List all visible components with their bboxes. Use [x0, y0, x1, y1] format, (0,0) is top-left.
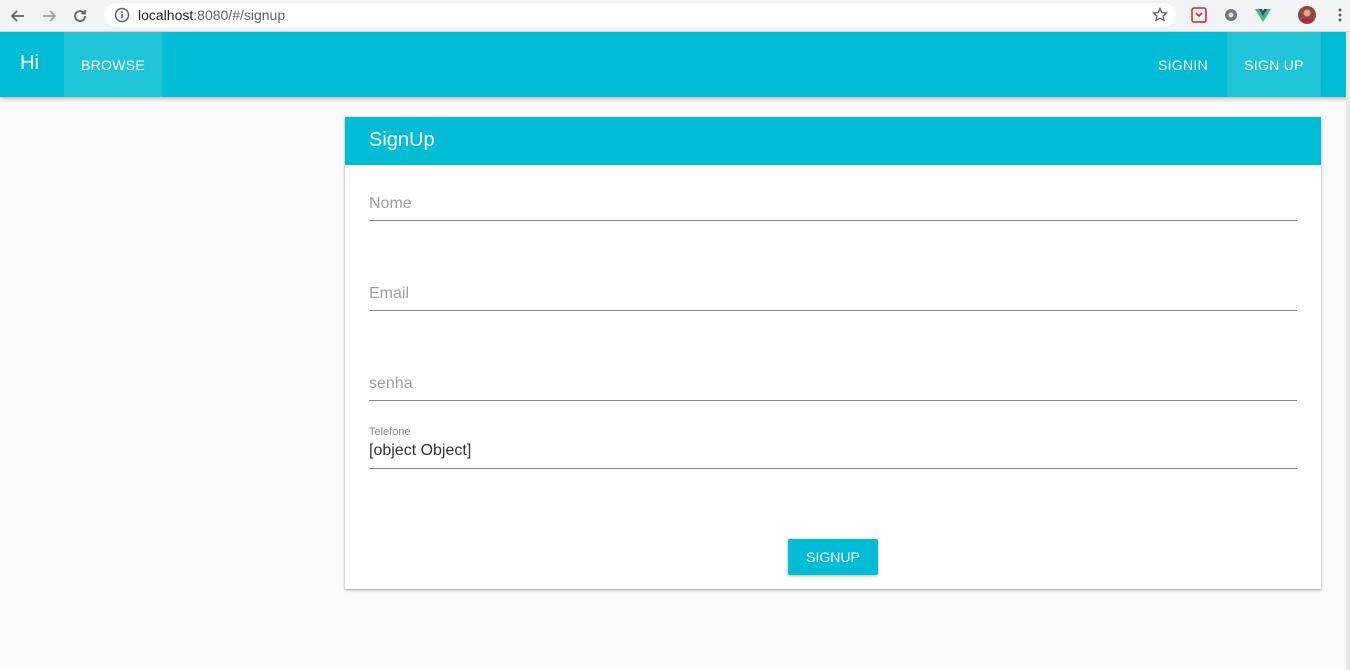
signup-submit-button[interactable]: SIGNUP [788, 539, 878, 575]
info-icon[interactable] [114, 7, 130, 23]
address-bar[interactable]: localhost:8080/#/signup [104, 3, 1176, 27]
card-title: SignUp [345, 117, 1321, 165]
nav-signup-button[interactable]: SIGN UP [1227, 32, 1321, 97]
bookmark-star-icon[interactable] [1152, 7, 1168, 23]
forward-arrow-icon[interactable] [36, 3, 62, 29]
email-underline [369, 310, 1297, 311]
scrollbar[interactable] [1346, 32, 1350, 670]
back-arrow-icon[interactable] [5, 3, 31, 29]
nav-browse-button[interactable]: BROWSE [64, 32, 162, 97]
senha-field[interactable]: senha [369, 375, 1297, 401]
pocket-extension-icon[interactable] [1189, 5, 1209, 25]
vue-devtools-icon[interactable] [1253, 5, 1273, 25]
telefone-label: Telefone [369, 426, 411, 438]
app-toolbar: Hi BROWSE SIGNIN SIGN UP [0, 32, 1350, 97]
telefone-value: [object Object] [369, 442, 472, 459]
senha-underline [369, 400, 1297, 401]
brand-title[interactable]: Hi [20, 52, 39, 75]
nome-underline [369, 220, 1297, 221]
url-text[interactable]: localhost:8080/#/signup [138, 7, 285, 23]
telefone-underline [369, 468, 1297, 469]
browser-toolbar: localhost:8080/#/signup [0, 0, 1350, 32]
email-field[interactable]: Email [369, 285, 1297, 311]
menu-dots-icon[interactable] [1330, 5, 1350, 25]
signup-card: SignUp Nome Email senha Telefone [object… [345, 117, 1321, 589]
nome-field[interactable]: Nome [369, 195, 1297, 221]
reload-icon[interactable] [67, 3, 93, 29]
email-placeholder: Email [369, 285, 410, 302]
gear-extension-icon[interactable] [1221, 5, 1241, 25]
telefone-field[interactable]: Telefone [object Object] [369, 426, 1297, 469]
nome-placeholder: Nome [369, 195, 412, 212]
senha-placeholder: senha [369, 375, 413, 392]
nav-signin-button[interactable]: SIGNIN [1140, 32, 1226, 97]
profile-avatar[interactable] [1297, 5, 1317, 25]
